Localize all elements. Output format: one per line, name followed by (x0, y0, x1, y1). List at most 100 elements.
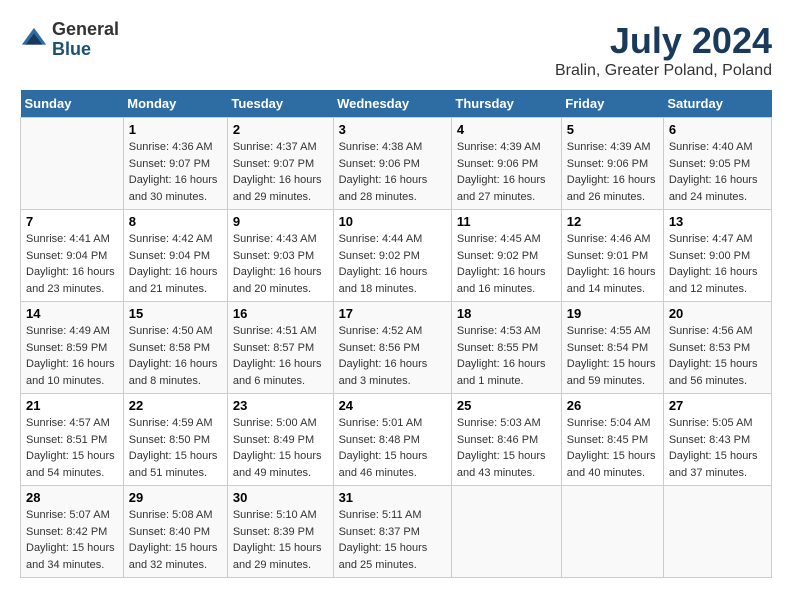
day-number: 7 (26, 214, 118, 229)
day-info: Sunrise: 4:53 AMSunset: 8:55 PMDaylight:… (457, 325, 546, 387)
calendar-table: SundayMondayTuesdayWednesdayThursdayFrid… (20, 90, 772, 578)
day-info: Sunrise: 4:38 AMSunset: 9:06 PMDaylight:… (339, 141, 428, 203)
calendar-week-2: 7 Sunrise: 4:41 AMSunset: 9:04 PMDaylight… (21, 210, 772, 302)
day-info: Sunrise: 5:05 AMSunset: 8:43 PMDaylight:… (669, 417, 758, 479)
column-header-monday: Monday (123, 90, 227, 118)
day-number: 16 (233, 306, 328, 321)
calendar-cell: 25 Sunrise: 5:03 AMSunset: 8:46 PMDayligh… (451, 394, 561, 486)
day-info: Sunrise: 5:00 AMSunset: 8:49 PMDaylight:… (233, 417, 322, 479)
calendar-cell: 6 Sunrise: 4:40 AMSunset: 9:05 PMDaylight… (663, 118, 771, 210)
day-info: Sunrise: 4:47 AMSunset: 9:00 PMDaylight:… (669, 233, 758, 295)
day-number: 17 (339, 306, 446, 321)
day-info: Sunrise: 5:03 AMSunset: 8:46 PMDaylight:… (457, 417, 546, 479)
logo-text: General Blue (52, 20, 119, 60)
calendar-cell: 12Sunrise: 4:46 AMSunset: 9:01 PMDayligh… (561, 210, 663, 302)
day-info: Sunrise: 4:39 AMSunset: 9:06 PMDaylight:… (457, 141, 546, 203)
day-number: 20 (669, 306, 766, 321)
day-info: Sunrise: 4:37 AMSunset: 9:07 PMDaylight:… (233, 141, 322, 203)
calendar-cell: 4 Sunrise: 4:39 AMSunset: 9:06 PMDaylight… (451, 118, 561, 210)
calendar-week-5: 28 Sunrise: 5:07 AMSunset: 8:42 PMDayligh… (21, 486, 772, 578)
day-number: 21 (26, 398, 118, 413)
day-number: 18 (457, 306, 556, 321)
calendar-cell: 16 Sunrise: 4:51 AMSunset: 8:57 PMDayligh… (227, 302, 333, 394)
day-info: Sunrise: 4:46 AMSunset: 9:01 PMDaylight:… (567, 233, 656, 295)
day-info: Sunrise: 4:44 AMSunset: 9:02 PMDaylight:… (339, 233, 428, 295)
calendar-cell: 29 Sunrise: 5:08 AMSunset: 8:40 PMDayligh… (123, 486, 227, 578)
calendar-cell: 26Sunrise: 5:04 AMSunset: 8:45 PMDayligh… (561, 394, 663, 486)
calendar-week-4: 21 Sunrise: 4:57 AMSunset: 8:51 PMDayligh… (21, 394, 772, 486)
day-info: Sunrise: 5:08 AMSunset: 8:40 PMDaylight:… (129, 509, 218, 571)
day-info: Sunrise: 4:50 AMSunset: 8:58 PMDaylight:… (129, 325, 218, 387)
day-number: 6 (669, 122, 766, 137)
day-info: Sunrise: 4:43 AMSunset: 9:03 PMDaylight:… (233, 233, 322, 295)
logo-general: General (52, 20, 119, 40)
day-number: 2 (233, 122, 328, 137)
column-header-sunday: Sunday (21, 90, 124, 118)
day-info: Sunrise: 4:40 AMSunset: 9:05 PMDaylight:… (669, 141, 758, 203)
calendar-cell: 17Sunrise: 4:52 AMSunset: 8:56 PMDayligh… (333, 302, 451, 394)
calendar-cell: 19Sunrise: 4:55 AMSunset: 8:54 PMDayligh… (561, 302, 663, 394)
calendar-cell: 14 Sunrise: 4:49 AMSunset: 8:59 PMDayligh… (21, 302, 124, 394)
day-number: 29 (129, 490, 222, 505)
column-header-wednesday: Wednesday (333, 90, 451, 118)
day-number: 31 (339, 490, 446, 505)
calendar-cell: 30Sunrise: 5:10 AMSunset: 8:39 PMDayligh… (227, 486, 333, 578)
day-info: Sunrise: 4:45 AMSunset: 9:02 PMDaylight:… (457, 233, 546, 295)
day-info: Sunrise: 4:42 AMSunset: 9:04 PMDaylight:… (129, 233, 218, 295)
day-number: 23 (233, 398, 328, 413)
day-number: 5 (567, 122, 658, 137)
day-info: Sunrise: 5:11 AMSunset: 8:37 PMDaylight:… (339, 509, 428, 571)
calendar-cell: 27 Sunrise: 5:05 AMSunset: 8:43 PMDayligh… (663, 394, 771, 486)
calendar-cell: 2 Sunrise: 4:37 AMSunset: 9:07 PMDaylight… (227, 118, 333, 210)
day-info: Sunrise: 4:51 AMSunset: 8:57 PMDaylight:… (233, 325, 322, 387)
column-header-thursday: Thursday (451, 90, 561, 118)
day-number: 25 (457, 398, 556, 413)
calendar-cell: 10 Sunrise: 4:44 AMSunset: 9:02 PMDayligh… (333, 210, 451, 302)
calendar-cell (21, 118, 124, 210)
calendar-cell: 20 Sunrise: 4:56 AMSunset: 8:53 PMDayligh… (663, 302, 771, 394)
calendar-cell (663, 486, 771, 578)
day-info: Sunrise: 5:07 AMSunset: 8:42 PMDaylight:… (26, 509, 115, 571)
calendar-cell: 13Sunrise: 4:47 AMSunset: 9:00 PMDayligh… (663, 210, 771, 302)
day-info: Sunrise: 4:59 AMSunset: 8:50 PMDaylight:… (129, 417, 218, 479)
title-block: July 2024 Bralin, Greater Poland, Poland (555, 20, 772, 80)
day-number: 14 (26, 306, 118, 321)
calendar-cell (561, 486, 663, 578)
calendar-cell: 15 Sunrise: 4:50 AMSunset: 8:58 PMDayligh… (123, 302, 227, 394)
calendar-cell: 1Sunrise: 4:36 AMSunset: 9:07 PMDaylight… (123, 118, 227, 210)
day-info: Sunrise: 5:04 AMSunset: 8:45 PMDaylight:… (567, 417, 656, 479)
subtitle: Bralin, Greater Poland, Poland (555, 62, 772, 80)
logo: General Blue (20, 20, 119, 60)
day-info: Sunrise: 5:10 AMSunset: 8:39 PMDaylight:… (233, 509, 322, 571)
day-info: Sunrise: 4:41 AMSunset: 9:04 PMDaylight:… (26, 233, 115, 295)
calendar-cell: 22 Sunrise: 4:59 AMSunset: 8:50 PMDayligh… (123, 394, 227, 486)
logo-blue: Blue (52, 40, 119, 60)
calendar-week-1: 1Sunrise: 4:36 AMSunset: 9:07 PMDaylight… (21, 118, 772, 210)
day-info: Sunrise: 4:56 AMSunset: 8:53 PMDaylight:… (669, 325, 758, 387)
calendar-cell: 21 Sunrise: 4:57 AMSunset: 8:51 PMDayligh… (21, 394, 124, 486)
logo-icon (20, 26, 48, 54)
day-number: 15 (129, 306, 222, 321)
calendar-week-3: 14 Sunrise: 4:49 AMSunset: 8:59 PMDayligh… (21, 302, 772, 394)
day-number: 11 (457, 214, 556, 229)
calendar-cell: 18 Sunrise: 4:53 AMSunset: 8:55 PMDayligh… (451, 302, 561, 394)
day-number: 24 (339, 398, 446, 413)
day-number: 4 (457, 122, 556, 137)
main-title: July 2024 (555, 20, 772, 62)
day-info: Sunrise: 5:01 AMSunset: 8:48 PMDaylight:… (339, 417, 428, 479)
column-header-tuesday: Tuesday (227, 90, 333, 118)
day-number: 22 (129, 398, 222, 413)
calendar-cell: 28 Sunrise: 5:07 AMSunset: 8:42 PMDayligh… (21, 486, 124, 578)
day-number: 9 (233, 214, 328, 229)
day-number: 27 (669, 398, 766, 413)
day-number: 8 (129, 214, 222, 229)
calendar-cell: 24 Sunrise: 5:01 AMSunset: 8:48 PMDayligh… (333, 394, 451, 486)
calendar-cell: 3Sunrise: 4:38 AMSunset: 9:06 PMDaylight… (333, 118, 451, 210)
day-info: Sunrise: 4:36 AMSunset: 9:07 PMDaylight:… (129, 141, 218, 203)
day-info: Sunrise: 4:49 AMSunset: 8:59 PMDaylight:… (26, 325, 115, 387)
calendar-cell: 8 Sunrise: 4:42 AMSunset: 9:04 PMDaylight… (123, 210, 227, 302)
day-number: 10 (339, 214, 446, 229)
day-number: 28 (26, 490, 118, 505)
day-number: 19 (567, 306, 658, 321)
day-info: Sunrise: 4:57 AMSunset: 8:51 PMDaylight:… (26, 417, 115, 479)
